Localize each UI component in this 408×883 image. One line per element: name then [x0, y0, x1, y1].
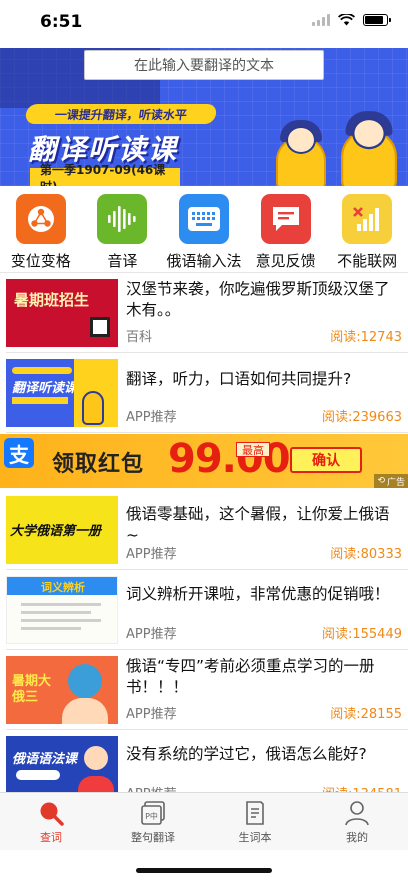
article-read-count: 阅读:28155 — [330, 707, 402, 722]
ad-close-icon: ⟲ — [377, 476, 385, 486]
status-bar: 6:51 — [0, 0, 408, 48]
article-read-count: 阅读:155449 — [321, 627, 402, 642]
banner-slogan: 一课提升翻译，听读水平 — [24, 104, 218, 124]
article-item[interactable]: 暑期大俄三 俄语“专四”考前必须重点学习的一册书！！！ APP推荐 阅读:281… — [0, 650, 408, 730]
feature-transliteration[interactable]: 音译 — [82, 186, 164, 272]
alipay-logo-icon: 支 — [4, 438, 34, 468]
article-title: 翻译，听力，口语如何共同提升? — [126, 370, 352, 388]
ad-max-label: 最高 — [236, 442, 270, 457]
article-item[interactable]: 翻译听读课 翻译，听力，口语如何共同提升? APP推荐 阅读:239663 — [0, 353, 408, 433]
tab-label: 生词本 — [238, 831, 272, 844]
feature-label: 不能联网 — [337, 252, 398, 270]
ad-tag-text: 广告 — [386, 477, 405, 488]
article-thumbnail: 大学俄语第一册 — [6, 496, 118, 564]
tab-profile[interactable]: 我的 — [306, 793, 408, 850]
keyboard-icon — [178, 194, 229, 244]
feature-feedback[interactable]: 意见反馈 — [245, 186, 327, 272]
notebook-icon — [246, 801, 264, 825]
svg-text:P中: P中 — [145, 811, 158, 821]
bottom-tab-bar: 查词 P中 整句翻译 生词本 我的 — [0, 792, 408, 850]
no-signal-icon — [342, 194, 393, 244]
search-input[interactable]: 在此输入要翻译的文本 — [84, 50, 324, 80]
tab-label: 整句翻译 — [131, 831, 175, 844]
article-source: APP推荐 — [126, 410, 177, 425]
tab-sentence-translate[interactable]: P中 整句翻译 — [102, 793, 204, 850]
feature-label: 意见反馈 — [255, 252, 316, 270]
feature-russian-keyboard[interactable]: 俄语输入法 — [163, 186, 245, 272]
article-title: 俄语“专四”考前必须重点学习的一册书！！！ — [126, 657, 375, 696]
article-thumbnail: 翻译听读课 — [6, 359, 118, 427]
article-title: 没有系统的学过它，俄语怎么能好? — [126, 745, 367, 763]
home-indicator — [136, 868, 272, 873]
ad-text: 领取红包 — [52, 452, 145, 477]
banner-season: 第一季1907-09(46课时) — [30, 163, 180, 186]
share-nodes-icon — [15, 194, 66, 244]
alipay-ad-banner[interactable]: 支 领取红包 99.00 最高 确认 ⟲ 广告 — [0, 434, 408, 488]
cellular-signal-icon — [312, 14, 330, 26]
tab-lookup[interactable]: 查词 — [0, 793, 102, 850]
article-title: 汉堡节来袭，你吃遍俄罗斯顶级汉堡了木有。。 — [126, 280, 390, 319]
feature-label: 音译 — [107, 252, 138, 270]
profile-icon — [345, 801, 369, 826]
battery-icon — [363, 14, 391, 26]
feedback-icon — [260, 194, 311, 244]
article-source: 百科 — [126, 330, 153, 345]
promo-banner[interactable]: 在此输入要翻译的文本 一课提升翻译，听读水平 翻译听读课 第一季1907-09(… — [0, 48, 408, 186]
article-source: APP推荐 — [126, 547, 177, 562]
feature-conjugation[interactable]: 变位变格 — [0, 186, 82, 272]
feature-label: 变位变格 — [10, 252, 71, 270]
tab-label: 我的 — [346, 831, 368, 844]
article-read-count: 阅读:80333 — [330, 547, 402, 562]
ad-label[interactable]: ⟲ 广告 — [374, 474, 408, 488]
article-thumbnail: 词义辨析 — [6, 576, 118, 644]
article-item[interactable]: 大学俄语第一册 俄语零基础，这个暑假，让你爱上俄语~ APP推荐 阅读:8033… — [0, 490, 408, 570]
feature-label: 俄语输入法 — [166, 252, 242, 270]
ad-price: 99.00 — [168, 436, 291, 482]
article-source: APP推荐 — [126, 627, 177, 642]
wifi-icon — [338, 14, 355, 26]
article-read-count: 阅读:239663 — [321, 410, 402, 425]
status-time: 6:51 — [40, 12, 83, 32]
article-item[interactable]: 词义辨析 词义辨析开课啦，非常优惠的促销哦！ APP推荐 阅读:155449 — [0, 570, 408, 650]
article-title: 俄语零基础，这个暑假，让你爱上俄语~ — [126, 505, 390, 544]
ad-confirm-button[interactable]: 确认 — [290, 447, 362, 473]
tab-label: 查词 — [40, 831, 62, 844]
article-read-count: 阅读:12743 — [330, 330, 402, 345]
search-icon — [40, 802, 64, 826]
matryoshka-doll-image — [337, 111, 402, 186]
status-icons — [312, 14, 391, 26]
article-thumbnail: 暑期班招生 — [6, 279, 118, 347]
soundwave-icon — [97, 194, 148, 244]
feature-offline[interactable]: 不能联网 — [326, 186, 408, 272]
article-item[interactable]: 暑期班招生 汉堡节来袭，你吃遍俄罗斯顶级汉堡了木有。。 百科 阅读:12743 — [0, 273, 408, 353]
sentence-translate-icon: P中 — [141, 801, 165, 825]
matryoshka-doll-image — [272, 120, 330, 186]
article-thumbnail: 暑期大俄三 — [6, 656, 118, 724]
article-source: APP推荐 — [126, 707, 177, 722]
feature-grid: 变位变格 音译 俄语输入法 意见反馈 不能联网 — [0, 186, 408, 272]
tab-vocabulary[interactable]: 生词本 — [204, 793, 306, 850]
article-title: 词义辨析开课啦，非常优惠的促销哦！ — [126, 585, 390, 603]
